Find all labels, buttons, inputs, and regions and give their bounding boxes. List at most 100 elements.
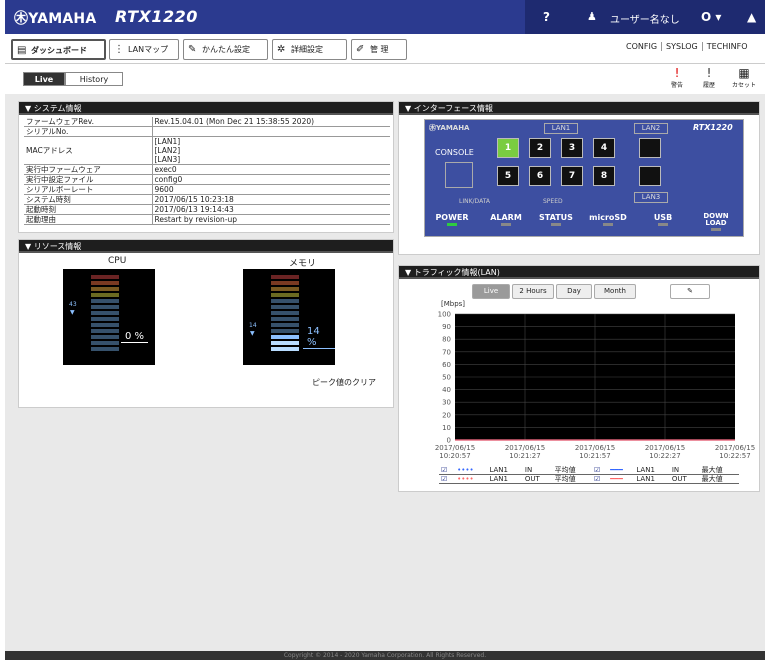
history-status[interactable]: ! 履歴: [695, 66, 723, 89]
lan3-label: LAN3: [634, 192, 668, 203]
router-front-panel: ㊍YAMAHA RTX1220 LAN1 LAN2 CONSOLE 1 2 3 …: [424, 119, 744, 237]
system-info-row: 実行中設定ファイル config0: [24, 174, 390, 185]
lan1-port-5[interactable]: 5: [497, 166, 519, 186]
footer: Copyright © 2014 - 2020 Yamaha Corporati…: [5, 651, 765, 660]
warning-status[interactable]: ! 警告: [663, 66, 691, 89]
gauge-segment: [271, 329, 299, 333]
edit-chart-button[interactable]: ✎: [670, 284, 710, 299]
system-info-panel: ▼ システム情報 ファームウェアRev. Rev.15.04.01 (Mon De…: [18, 101, 394, 233]
header-right: ? ♟ ユーザー名なし O ▾ ▲: [525, 0, 765, 34]
lan2-port[interactable]: [639, 138, 661, 158]
history-label: 履歴: [702, 82, 715, 89]
gauge-segment: [91, 317, 119, 321]
lan3-port[interactable]: [639, 166, 661, 186]
tab-label: 詳細設定: [291, 45, 323, 54]
led-indicator: [658, 223, 668, 226]
techinfo-link[interactable]: TECHINFO: [701, 42, 752, 51]
live-button[interactable]: Live: [23, 72, 65, 86]
dashboard-icon: ▤: [17, 45, 27, 56]
top-bar: ㊍YAMAHA RTX1220 ? ♟ ユーザー名なし O ▾ ▲: [5, 0, 765, 34]
gauge-segment: [271, 275, 299, 279]
system-info-row: シリアルNo.: [24, 126, 390, 137]
syslog-link[interactable]: SYSLOG: [661, 42, 702, 51]
x-tick-label: 10:22:57: [719, 452, 750, 460]
download-button[interactable]: DOWN LOAD: [695, 213, 737, 235]
gauge-segment: [91, 305, 119, 309]
help-icon[interactable]: ?: [543, 10, 550, 24]
lan1-port-2[interactable]: 2: [529, 138, 551, 158]
range-day-button[interactable]: Day: [556, 284, 592, 299]
console-label: CONSOLE: [435, 148, 474, 157]
system-info-key: シリアルボーレート: [24, 184, 153, 195]
system-info-row: シリアルボーレート 9600: [24, 184, 390, 195]
tab-label: LANマップ: [128, 45, 169, 54]
gauge-segment: [271, 347, 299, 351]
led-indicator: [501, 223, 511, 226]
alarm-led: ALARM: [485, 213, 527, 235]
lan1-port-1[interactable]: 1: [497, 138, 519, 158]
chart-y-label: [Mbps]: [441, 300, 465, 308]
system-info-key: 起動時刻: [24, 204, 153, 215]
config-link[interactable]: CONFIG: [622, 42, 661, 51]
legend-row: ☑ •••• LAN1 IN 平均値 ☑ ━━━ LAN1 IN 最大値: [439, 466, 739, 475]
legend-kind: 平均値: [552, 466, 592, 475]
x-tick-label: 10:21:27: [509, 452, 540, 460]
tab-lan-map[interactable]: ⋮ LANマップ: [109, 39, 179, 60]
lan1-port-6[interactable]: 6: [529, 166, 551, 186]
console-port[interactable]: [445, 162, 473, 188]
interface-info-panel: ▼ インターフェース情報 ㊍YAMAHA RTX1220 LAN1 LAN2 C…: [398, 101, 760, 255]
tab-advanced[interactable]: ✲ 詳細設定: [272, 39, 347, 60]
legend-checkbox[interactable]: ☑: [592, 466, 609, 475]
cpu-label: CPU: [108, 256, 127, 266]
tab-dashboard[interactable]: ▤ ダッシュボード: [11, 39, 106, 60]
gauge-segment: [91, 323, 119, 327]
system-info-key: MACアドレス: [24, 136, 153, 165]
warning-label: 警告: [670, 82, 683, 89]
legend-checkbox[interactable]: ☑: [439, 474, 456, 484]
system-info-key: 実行中設定ファイル: [24, 174, 153, 185]
x-tick-label: 10:22:27: [649, 452, 680, 460]
range-2hours-button[interactable]: 2 Hours: [512, 284, 554, 299]
power-menu-icon[interactable]: O ▾: [701, 10, 721, 24]
lan1-port-4[interactable]: 4: [593, 138, 615, 158]
range-month-button[interactable]: Month: [594, 284, 636, 299]
panel-title: ▼ インターフェース情報: [399, 102, 759, 115]
y-tick-label: 40: [442, 386, 451, 394]
legend-row: ☑ •••• LAN1 OUT 平均値 ☑ ━━━ LAN1 OUT 最大値: [439, 474, 739, 484]
lan1-port-8[interactable]: 8: [593, 166, 615, 186]
x-tick-label: 2017/06/15: [715, 444, 755, 452]
lan2-label: LAN2: [634, 123, 668, 134]
history-icon: !: [706, 66, 712, 80]
lan1-port-3[interactable]: 3: [561, 138, 583, 158]
gauge-segment: [271, 287, 299, 291]
tab-management[interactable]: ✐ 管 理: [351, 39, 407, 60]
history-button[interactable]: History: [65, 72, 123, 86]
led-label: POWER: [435, 213, 469, 222]
system-info-row: MACアドレス [LAN1] [LAN2] [LAN3]: [24, 136, 390, 165]
legend-port: LAN1: [487, 474, 523, 484]
pencil-icon: ✎: [687, 287, 693, 295]
led-indicator: [711, 228, 721, 231]
legend-kind: 平均値: [552, 474, 592, 484]
notification-bell-icon[interactable]: ▲: [747, 10, 756, 24]
cassette-status[interactable]: ▦ カセット: [727, 66, 761, 89]
system-info-value: [152, 126, 390, 137]
memory-usage-value: 14 %: [303, 326, 335, 349]
tab-easy-setup[interactable]: ✎ かんたん設定: [183, 39, 268, 60]
y-tick-label: 10: [442, 424, 451, 432]
system-info-key: 起動理由: [24, 214, 153, 225]
x-tick-label: 2017/06/15: [645, 444, 685, 452]
user-icon: ♟: [587, 10, 597, 23]
user-name[interactable]: ユーザー名なし: [610, 11, 680, 26]
legend-checkbox[interactable]: ☑: [592, 474, 609, 484]
legend-port: LAN1: [487, 466, 523, 475]
cpu-peak-marker-icon: ▼: [70, 309, 75, 316]
clear-peak-link[interactable]: ピーク値のクリア: [312, 377, 376, 388]
legend-checkbox[interactable]: ☑: [439, 466, 456, 475]
cpu-gauge: 43 ▼ 0 %: [63, 269, 155, 365]
range-live-button[interactable]: Live: [472, 284, 510, 299]
traffic-legend: ☑ •••• LAN1 IN 平均値 ☑ ━━━ LAN1 IN 最大値 ☑ •••• LAN1 OUT 平…: [439, 466, 739, 484]
y-tick-label: 90: [442, 323, 451, 331]
legend-line: ••••: [455, 466, 488, 475]
lan1-port-7[interactable]: 7: [561, 166, 583, 186]
